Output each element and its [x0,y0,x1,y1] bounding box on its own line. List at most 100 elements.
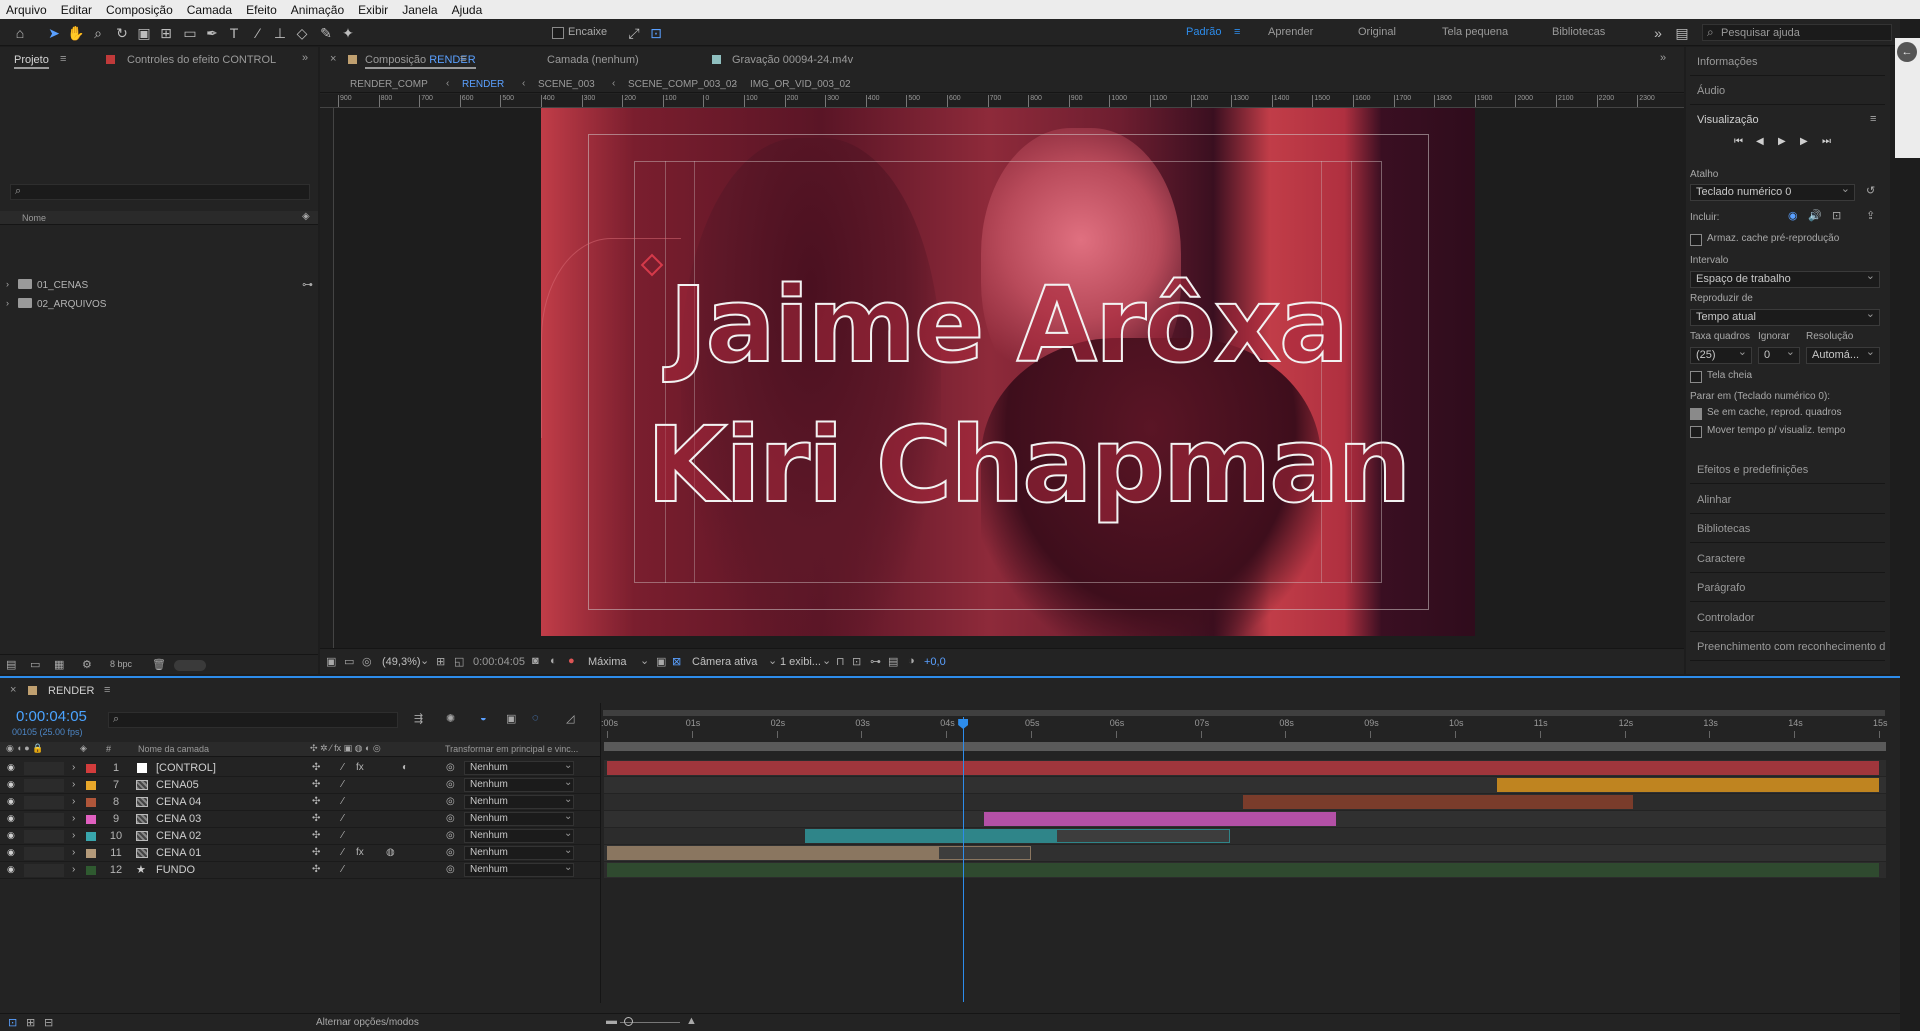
type-tool-icon[interactable]: T [224,23,244,43]
project-search-input[interactable]: ⌕ [10,184,310,200]
panel-menu-icon[interactable]: ≡ [460,53,466,65]
layer-tab[interactable]: Camada (nenhum) [547,54,639,66]
layer-name[interactable]: CENA 03 [156,813,201,825]
project-folder-1[interactable]: › 02_ARQUIVOS [0,296,318,314]
workspace-4[interactable]: Bibliotecas [1552,26,1605,38]
zoom-dropdown[interactable]: (49,3%) [382,656,421,668]
snapshot-icon[interactable]: ◙ [532,655,539,667]
workspace-1[interactable]: Aprender [1268,26,1313,38]
resolution-dropdown[interactable]: Máxima [588,656,627,668]
parent-pickwhip-icon[interactable]: ◎ [446,796,455,807]
right-section-bottom-3[interactable]: Caractere [1690,544,1885,573]
right-section-bottom-0[interactable]: Efeitos e predefinições [1690,455,1885,484]
project-settings-icon[interactable]: ⚙ [82,658,92,671]
project-tab[interactable]: Projeto [14,54,49,69]
include-audio-icon[interactable]: 🔊 [1808,209,1822,222]
expand-switches-icon[interactable]: ⊞ [26,1016,35,1029]
puppet-pin-tool-icon[interactable]: ✦ [338,23,358,43]
panel-overflow-icon[interactable]: » [1660,52,1666,64]
rectangle-tool-icon[interactable]: ▭ [180,23,200,43]
expand-modes-icon[interactable]: ⊟ [44,1016,53,1029]
motion-blur-icon[interactable]: ◌ [532,712,539,724]
expand-chevron-icon[interactable]: › [72,830,75,841]
label-color-swatch[interactable] [86,781,96,790]
bpc-label[interactable]: 8 bpc [110,659,132,669]
workspace-menu-icon[interactable]: ≡ [1234,26,1240,38]
menu-item-4[interactable]: Efeito [246,3,277,17]
motion-blur-switch-icon[interactable]: ◍ [386,847,395,858]
export-frame-icon[interactable]: ▤ [888,655,898,668]
interpret-footage-icon[interactable]: ▤ [6,658,16,671]
reset-exposure-icon[interactable]: ◑ [908,655,915,667]
visibility-eye-icon[interactable]: ◉ [7,847,15,858]
panel-menu-icon[interactable]: ≡ [104,684,110,696]
layer-bar-1[interactable] [607,761,1879,775]
right-section-bottom-2[interactable]: Bibliotecas [1690,514,1885,543]
draft-3d-icon[interactable]: ✺ [446,712,455,725]
play-from-dropdown[interactable]: Tempo atual [1690,309,1880,326]
effect-controls-tab[interactable]: Controles do efeito CONTROL [127,54,276,66]
layer-name[interactable]: CENA 02 [156,830,201,842]
back-icon[interactable]: ← [1897,42,1917,62]
layer-bar-trimmed-11[interactable] [937,846,1031,860]
chevron-down-icon[interactable]: ⌄ [564,828,572,839]
frame-rate-dropdown[interactable]: (25) [1690,347,1752,364]
new-composition-icon[interactable]: ▦ [54,658,64,671]
time-navigator[interactable] [603,710,1885,716]
layer-row-1[interactable]: ◉ › 1 [CONTROL] ✣ ⁄ fx ◐ ◎ Nenhum ⌄ [0,760,600,777]
playhead[interactable] [963,717,965,1002]
layer-bar-7[interactable] [1497,778,1879,792]
chevron-down-icon[interactable]: ⌄ [822,654,831,667]
quality-switch-icon[interactable]: ⁄ [342,864,344,875]
roto-brush-tool-icon[interactable]: ✎ [316,23,336,43]
quality-switch-icon[interactable]: ⁄ [342,796,344,807]
right-section-0[interactable]: Informações [1690,47,1885,76]
snap-edges-icon[interactable]: ⤢ [624,23,644,43]
grid-icon[interactable]: ⊞ [436,655,445,668]
toggle-switches-modes[interactable]: Alternar opções/modos [316,1017,419,1028]
reset-icon[interactable]: ↺ [1866,184,1875,197]
parent-pickwhip-icon[interactable]: ◎ [446,830,455,841]
time-graph[interactable]: :00s 01s 02s 03s 04s 05s 06s 07s 08s 09s 10s 11s 12s… [600,703,1890,1003]
flowchart-icon[interactable]: ⊶ [870,655,881,668]
chevron-down-icon[interactable]: ⌄ [564,862,572,873]
chevron-down-icon[interactable]: ⌄ [640,654,649,667]
composition-frame[interactable]: Jaime Arôxa Kiri Chapman [541,108,1475,636]
include-overlays-icon[interactable]: ⊡ [1832,209,1841,222]
chevron-down-icon[interactable]: ⌄ [564,845,572,856]
camera-dropdown[interactable]: Câmera ativa [692,656,757,668]
trash-icon[interactable]: 🗑 [152,658,166,671]
label-color-swatch[interactable] [86,866,96,875]
title-line-2[interactable]: Kiri Chapman [561,409,1475,521]
workspace-0[interactable]: Padrão [1186,26,1221,38]
visibility-eye-icon[interactable]: ◉ [7,796,15,807]
layer-name[interactable]: CENA 01 [156,847,201,859]
layer-row-8[interactable]: ◉ › 8 CENA 04 ✣ ⁄ ◎ Nenhum ⌄ [0,794,600,811]
parent-dropdown[interactable]: Nenhum [464,829,574,843]
label-color-swatch[interactable] [86,832,96,841]
zoom-out-icon[interactable]: ▬ [606,1015,617,1027]
thumbnail-slider[interactable] [174,660,206,671]
visibility-eye-icon[interactable]: ◉ [7,779,15,790]
monitor-icon[interactable]: ▭ [344,655,354,668]
expand-chevron-icon[interactable]: › [72,813,75,824]
layer-row-10[interactable]: ◉ › 10 CENA 02 ✣ ⁄ ◎ Nenhum ⌄ [0,828,600,845]
visibility-eye-icon[interactable]: ◉ [7,762,15,773]
right-section-bottom-1[interactable]: Alinhar [1690,485,1885,514]
shy-switch-icon[interactable]: ✣ [312,796,320,807]
layer-row-12[interactable]: ◉ › 12 ★ FUNDO ✣ ⁄ ◎ Nenhum ⌄ [0,862,600,879]
time-ruler[interactable]: :00s 01s 02s 03s 04s 05s 06s 07s 08s 09s 10s 11s 12s… [601,717,1888,739]
chevron-down-icon[interactable]: ⌄ [420,654,429,667]
panel-menu-icon[interactable]: ≡ [60,53,66,65]
parent-dropdown[interactable]: Nenhum [464,863,574,877]
move-time-checkbox[interactable] [1690,426,1702,438]
work-area-bar[interactable] [604,742,1886,751]
chevron-down-icon[interactable]: ⌄ [768,654,777,667]
parent-dropdown[interactable]: Nenhum [464,812,574,826]
parent-dropdown[interactable]: Nenhum [464,846,574,860]
parent-pickwhip-icon[interactable]: ◎ [446,762,455,773]
effect-switch-icon[interactable]: fx [356,847,364,858]
region-of-interest-icon[interactable]: ◱ [454,655,464,668]
layer-bar-trimmed-10[interactable] [1056,829,1231,843]
layer-search-input[interactable]: ⌕ [108,712,398,728]
